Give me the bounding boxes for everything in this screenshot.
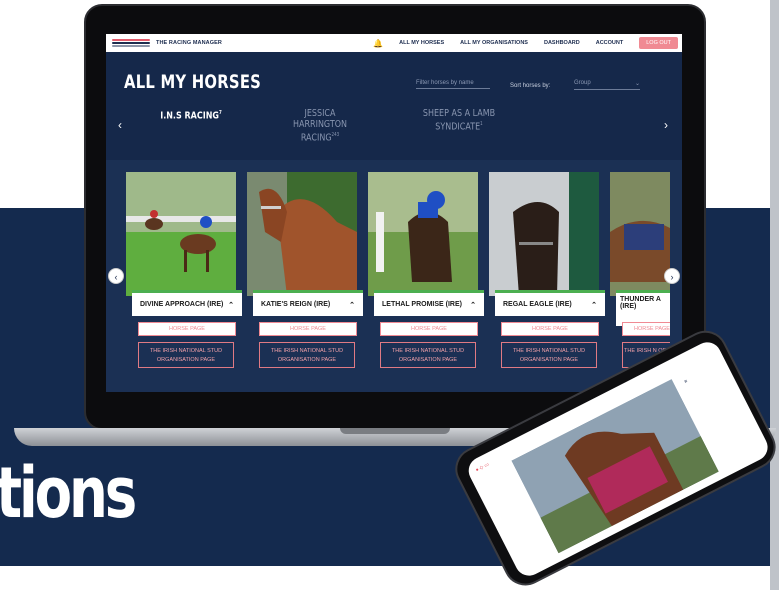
horse-name: REGAL EAGLE (IRE) [503,301,572,308]
tab-label: JESSICA HARRINGTON RACING [292,108,348,144]
sort-value: Group [574,80,591,86]
chevron-up-icon[interactable]: ⌃ [349,301,355,309]
chevron-left-icon[interactable]: ‹ [118,118,122,132]
horse-name-box[interactable]: DIVINE APPROACH (IRE) ⌃ [132,290,242,316]
horse-page-button[interactable]: HORSE PAGE [501,322,599,336]
horse-name-box[interactable]: REGAL EAGLE (IRE) ⌃ [495,290,605,316]
horse-carousel: DIVINE APPROACH (IRE) ⌃ HORSE PAGE THE I… [106,160,682,392]
horse-name-box[interactable]: KATIE'S REIGN (IRE) ⌃ [253,290,363,316]
chevron-right-icon[interactable]: › [664,118,668,132]
horse-name: DIVINE APPROACH (IRE) [140,301,224,308]
logout-button[interactable]: LOG OUT [639,37,678,49]
horse-name: KATIE'S REIGN (IRE) [261,301,331,308]
page-title: ALL MY HORSES [124,71,262,93]
hero-heading-fragment: tions [0,452,137,534]
organisation-tabs: I.N.S RACING7 JESSICA HARRINGTON RACING2… [106,108,682,148]
carousel-prev-button[interactable]: ‹ [108,268,124,284]
horse-card: THUNDER A (IRE) HORSE PAGE THE IRISH N O… [610,172,670,372]
horse-name: LETHAL PROMISE (IRE) [382,301,462,308]
filter-input[interactable]: Filter horses by name [416,80,490,89]
tab-label: I.N.S RACING [160,110,219,122]
horse-name: THUNDER A (IRE) [620,296,661,310]
horse-page-button[interactable]: HORSE PAGE [259,322,357,336]
horse-photo[interactable] [489,172,599,296]
nav-account[interactable]: ACCOUNT [596,40,624,46]
logo-text[interactable]: THE RACING MANAGER [156,40,222,46]
horse-page-button[interactable]: HORSE PAGE [622,322,670,336]
horse-photo[interactable] [247,172,357,296]
organisation-page-button[interactable]: THE IRISH NATIONAL STUD ORGANISATION PAG… [380,342,476,368]
tab-ins-racing[interactable]: I.N.S RACING7 [147,108,235,121]
organisation-page-button[interactable]: THE IRISH NATIONAL STUD ORGANISATION PAG… [138,342,234,368]
nav-dashboard[interactable]: DASHBOARD [544,40,580,46]
horse-photo[interactable] [368,172,478,296]
chevron-up-icon[interactable]: ⌃ [591,301,597,309]
right-edge [770,0,779,590]
horse-name-box[interactable]: LETHAL PROMISE (IRE) ⌃ [374,290,484,316]
nav-links: 🔔 ALL MY HORSES ALL MY ORGANISATIONS DAS… [373,37,682,49]
tab-count: 7 [218,110,222,116]
phone-side-text: ≡ [683,378,689,386]
sort-select[interactable]: Group ⌄ [574,80,640,90]
tab-sheep-as-a-lamb-syndicate[interactable]: SHEEP AS A LAMB SYNDICATE1 [415,108,503,132]
laptop-screen: THE RACING MANAGER 🔔 ALL MY HORSES ALL M… [106,34,682,392]
tab-jessica-harrington-racing[interactable]: JESSICA HARRINGTON RACING243 [277,108,363,143]
tab-count: 243 [331,132,340,138]
horse-photo[interactable] [126,172,236,296]
top-navigation: THE RACING MANAGER 🔔 ALL MY HORSES ALL M… [106,34,682,52]
laptop-notch [340,428,450,434]
bell-icon[interactable]: 🔔 [373,39,383,48]
tab-label: SHEEP AS A LAMB SYNDICATE [422,108,496,133]
logo-icon[interactable] [112,39,150,47]
nav-all-my-horses[interactable]: ALL MY HORSES [399,40,444,46]
phone-status-icons: ● ◇ ▭ [474,461,491,474]
bottom-background [0,566,779,590]
horse-page-button[interactable]: HORSE PAGE [380,322,478,336]
horse-page-button[interactable]: HORSE PAGE [138,322,236,336]
organisation-page-button[interactable]: THE IRISH NATIONAL STUD ORGANISATION PAG… [501,342,597,368]
sort-label: Sort horses by: [510,83,551,89]
nav-all-my-organisations[interactable]: ALL MY ORGANISATIONS [460,40,528,46]
chevron-up-icon[interactable]: ⌃ [228,301,234,309]
chevron-down-icon: ⌄ [634,81,640,87]
carousel-next-button[interactable]: › [664,268,680,284]
chevron-up-icon[interactable]: ⌃ [470,301,476,309]
horse-photo[interactable] [610,172,670,296]
organisation-page-button[interactable]: THE IRISH NATIONAL STUD ORGANISATION PAG… [259,342,355,368]
horse-name-box[interactable]: THUNDER A (IRE) [616,290,670,326]
tab-count: 1 [480,121,483,127]
